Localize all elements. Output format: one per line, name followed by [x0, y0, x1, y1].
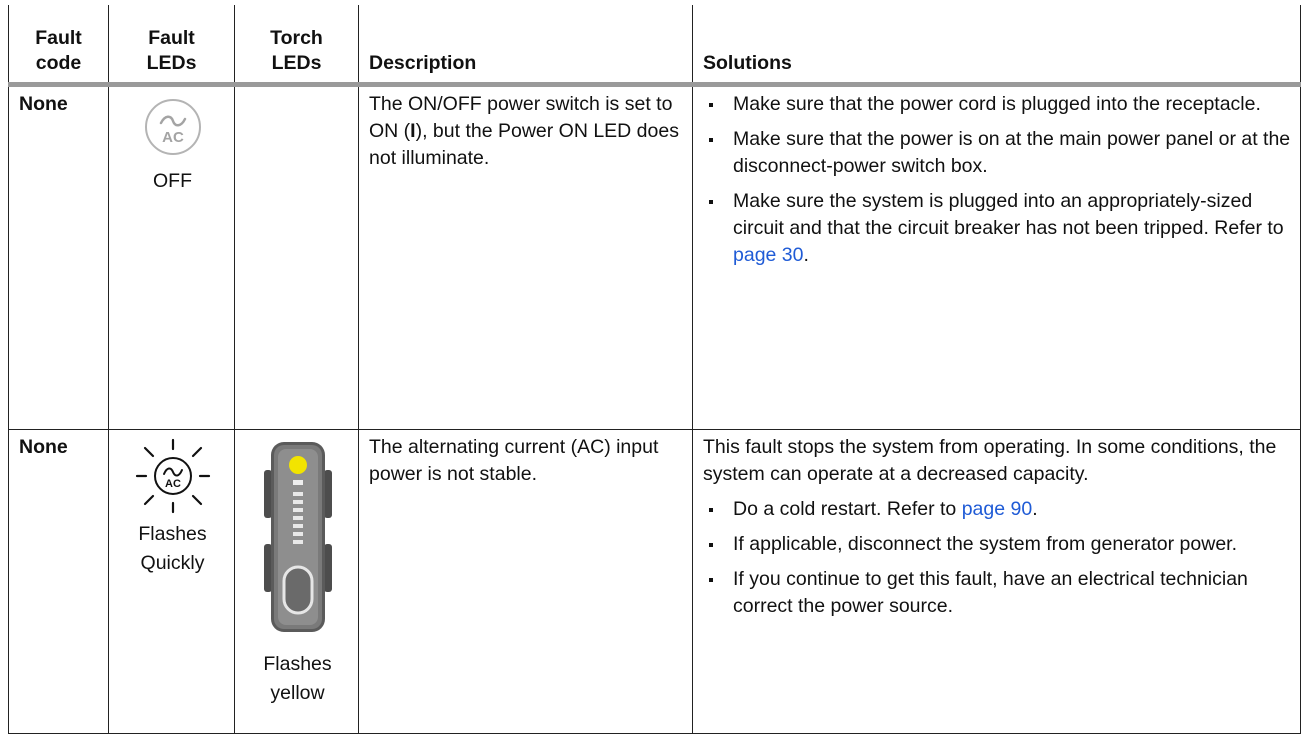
fault-led-state: Flashes Quickly [138, 522, 207, 574]
solutions-cell: Make sure that the power cord is plugged… [692, 83, 1301, 430]
header-description: Description [358, 5, 693, 84]
list-item: If applicable, disconnect the system fro… [703, 531, 1292, 558]
fault-led-state: OFF [153, 169, 192, 192]
list-item: Make sure that the power is on at the ma… [703, 126, 1292, 180]
page-30-link[interactable]: page 30 [733, 244, 804, 266]
header-torch-leds: Torch LEDs [234, 5, 359, 84]
page-90-link[interactable]: page 90 [962, 498, 1033, 520]
ac-led-label: AC [165, 478, 181, 490]
torch-led-state: Flashes yellow [263, 652, 332, 704]
list-item: Make sure the system is plugged into an … [703, 188, 1292, 269]
ac-power-led-flashing-icon: AC [135, 438, 210, 513]
fault-code-table: Fault code Fault LEDs Torch LEDs Descriptio… [8, 5, 1301, 734]
fault-code-cell: None [8, 428, 109, 734]
fault-led-cell: AC Flashes Quickly [108, 428, 235, 734]
solutions-cell: This fault stops the system from operati… [692, 428, 1301, 734]
description-cell: The ON/OFF power switch is set to ON (I)… [358, 83, 693, 430]
table-header-row: Fault code Fault LEDs Torch LEDs Descriptio… [8, 5, 1301, 84]
torch-led-cell [234, 83, 359, 430]
ac-power-led-off-icon: AC [144, 98, 201, 155]
description-cell: The alternating current (AC) input power… [358, 428, 693, 734]
list-item: If you continue to get this fault, have … [703, 566, 1292, 620]
torch-led-panel-icon [263, 441, 332, 632]
header-fault-leds: Fault LEDs [108, 5, 235, 84]
solutions-intro: This fault stops the system from operati… [703, 435, 1277, 485]
fault-led-cell: AC OFF [108, 83, 235, 430]
header-solutions: Solutions [692, 5, 1301, 84]
table-row: None AC Flashes Quickly Flashes yellow T… [8, 428, 1301, 734]
ac-led-label: AC [162, 129, 184, 146]
torch-led-cell: Flashes yellow [234, 428, 359, 734]
list-item: Make sure that the power cord is plugged… [703, 91, 1292, 118]
table-row: None AC OFF The ON/OFF power switch is s… [8, 83, 1301, 430]
list-item: Do a cold restart. Refer to page 90. [703, 496, 1292, 523]
torch-yellow-led [288, 455, 307, 474]
fault-code-cell: None [8, 83, 109, 430]
header-fault-code: Fault code [8, 5, 109, 84]
